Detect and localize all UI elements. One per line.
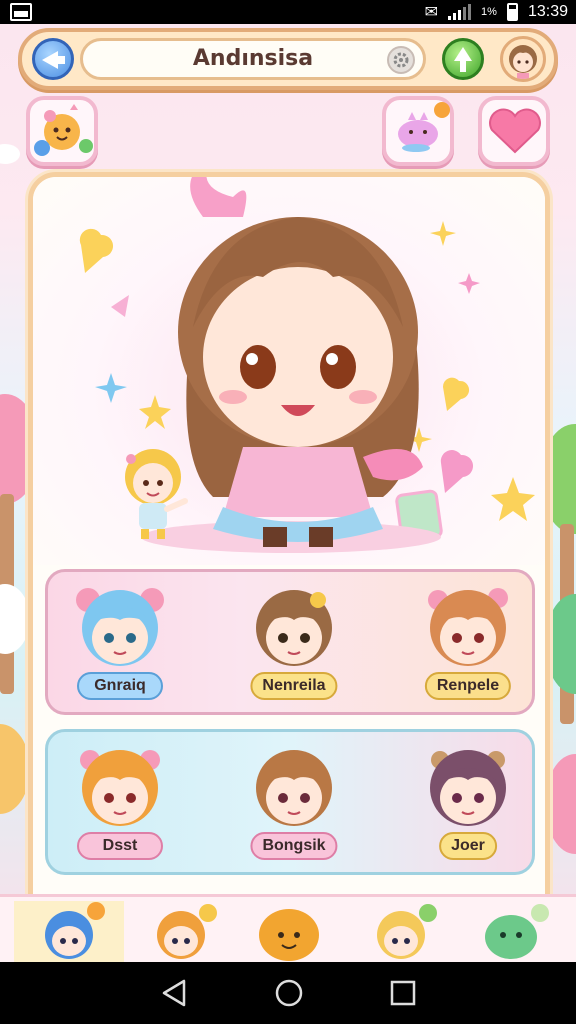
home-circle-icon[interactable] [274, 978, 304, 1008]
roster-name-label: Gnraiq [77, 672, 163, 700]
settings-button[interactable] [387, 46, 415, 74]
friends-mascot-icon [34, 104, 93, 156]
roster-character-1[interactable]: Gnraiq [60, 578, 180, 708]
dock-character-2[interactable] [126, 901, 236, 962]
roster-name-label: Nenreila [250, 672, 338, 700]
dock-character-3[interactable] [234, 901, 344, 962]
chibi-portrait [430, 750, 506, 826]
cloud-decoration [0, 584, 30, 654]
cloud-decoration [0, 144, 20, 164]
character-dock [0, 894, 576, 962]
character-stage [33, 177, 545, 565]
status-bar: ✉ 1% 13:39 [0, 0, 576, 24]
chibi-portrait [157, 904, 217, 959]
avatar-icon [509, 45, 537, 79]
android-nav-bar [0, 962, 576, 1024]
roster-character-4[interactable]: Dsst [60, 738, 180, 868]
game-screen: Andınsisa Gnraiq Nenreila Renpele Dsst B… [0, 24, 576, 962]
dock-character-5[interactable] [456, 901, 566, 962]
roster-character-5[interactable]: Bongsik [234, 738, 354, 868]
level-up-button[interactable] [442, 38, 484, 80]
dock-character-1[interactable] [14, 901, 124, 962]
roster-character-2[interactable]: Nenreila [234, 578, 354, 708]
roster-name-label: Joer [439, 832, 497, 860]
chibi-portrait [428, 588, 508, 666]
character-name: Andınsisa [192, 46, 314, 71]
character-name-field[interactable]: Andınsisa [80, 38, 426, 80]
gear-icon [393, 52, 409, 68]
chibi-portrait [256, 590, 332, 666]
wifi-off-icon: ✉ [424, 4, 439, 21]
back-triangle-icon[interactable] [160, 978, 190, 1008]
friends-button[interactable] [26, 96, 98, 166]
favorite-button[interactable] [478, 96, 550, 166]
pet-icon [398, 102, 450, 152]
battery-percent: 1% [481, 6, 497, 18]
clock: 13:39 [527, 3, 568, 20]
chibi-portrait [80, 750, 160, 826]
roster-character-6[interactable]: Joer [408, 738, 528, 868]
roster-name-label: Renpele [424, 672, 512, 700]
chibi-portrait [45, 902, 105, 959]
recents-square-icon[interactable] [388, 978, 418, 1008]
dock-character-4[interactable] [346, 901, 456, 962]
profile-avatar-button[interactable] [500, 36, 546, 82]
character-panel: Gnraiq Nenreila Renpele Dsst Bongsik Joe… [28, 172, 550, 952]
chibi-portrait [485, 904, 549, 959]
roster-name-label: Dsst [77, 832, 163, 860]
chibi-portrait [256, 750, 332, 826]
roster-character-3[interactable]: Renpele [408, 578, 528, 708]
signal-icon [448, 4, 472, 20]
battery-icon [506, 3, 518, 21]
roster-name-label: Bongsik [250, 832, 338, 860]
chibi-portrait [377, 904, 437, 959]
top-bar: Andınsisa [18, 28, 558, 90]
chibi-portrait [259, 909, 319, 961]
character-roster-row-2: Dsst Bongsik Joer [45, 729, 535, 875]
screenshot-notification-icon [10, 3, 32, 21]
heart-icon [489, 108, 541, 154]
companion-character[interactable] [113, 437, 203, 547]
chibi-portrait [76, 588, 164, 666]
back-button[interactable] [32, 38, 74, 80]
character-roster-row-1: Gnraiq Nenreila Renpele [45, 569, 535, 715]
shop-button[interactable] [382, 96, 454, 166]
tree-decoration [0, 724, 30, 814]
